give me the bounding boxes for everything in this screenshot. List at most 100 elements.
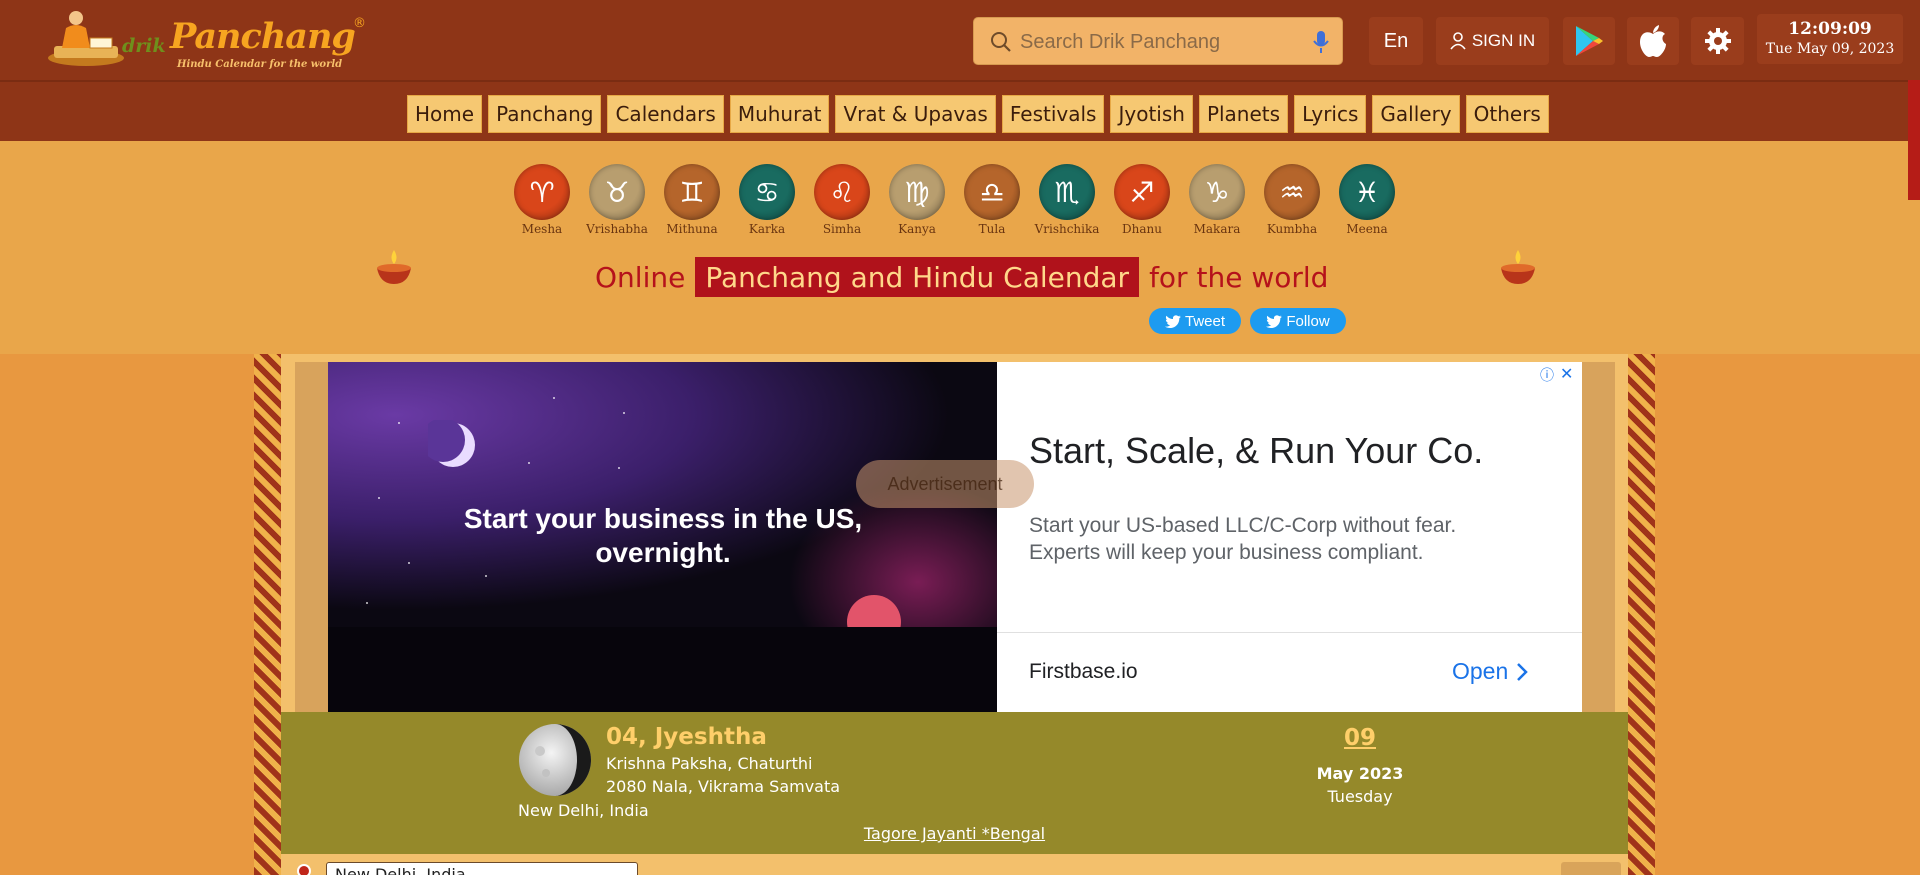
star — [378, 497, 380, 499]
page-scrollbar[interactable] — [1908, 80, 1920, 200]
logo-registered-mark: ® — [353, 16, 366, 31]
zodiac-simha[interactable]: ♌ Simha — [814, 164, 870, 236]
zodiac-kanya[interactable]: ♍ Kanya — [889, 164, 945, 236]
microphone-icon[interactable] — [1313, 30, 1329, 54]
follow-button[interactable]: Follow — [1250, 308, 1346, 334]
gregorian-day[interactable]: 09 — [1310, 725, 1410, 751]
location-pin-icon — [297, 864, 311, 875]
zodiac-label: Vrishchika — [1034, 222, 1100, 236]
site-tagline: Online Panchang and Hindu Calendar for t… — [595, 256, 1328, 298]
zodiac-dhanu[interactable]: ♐ Dhanu — [1114, 164, 1170, 236]
zodiac-meena[interactable]: ♓ Meena — [1339, 164, 1395, 236]
star — [553, 397, 555, 399]
zodiac-mithuna[interactable]: ♊ Mithuna — [664, 164, 720, 236]
zodiac-tula[interactable]: ♎ Tula — [964, 164, 1020, 236]
ad-title: Start, Scale, & Run Your Co. — [1029, 430, 1484, 471]
google-play-button[interactable] — [1563, 17, 1615, 65]
meena-icon: ♓ — [1339, 164, 1395, 220]
hero-banner: ♈ Mesha ♉ Vrishabha ♊ Mithuna ♋ Karka ♌ Simha… — [0, 141, 1920, 354]
zodiac-makara[interactable]: ♑ Makara — [1189, 164, 1245, 236]
zodiac-label: Simha — [822, 222, 862, 236]
tweet-button[interactable]: Tweet — [1149, 308, 1241, 334]
nav-item-planets[interactable]: Planets — [1198, 95, 1289, 133]
zodiac-mesha[interactable]: ♈ Mesha — [514, 164, 570, 236]
zodiac-strip: ♈ Mesha ♉ Vrishabha ♊ Mithuna ♋ Karka ♌ Simha… — [514, 164, 1395, 236]
clock-time: 12:09:09 — [1788, 19, 1872, 39]
ad-text-panel[interactable]: ⓘ ✕ Start, Scale, & Run Your Co. Start y… — [997, 362, 1582, 712]
zodiac-karka[interactable]: ♋ Karka — [739, 164, 795, 236]
vrishchika-icon: ♏ — [1039, 164, 1095, 220]
star — [366, 602, 368, 604]
drik-panchang-logo[interactable]: drik Panchang ® Hindu Calendar for the w… — [46, 8, 376, 76]
logo-panchang-text: Panchang — [170, 16, 356, 57]
language-button[interactable]: En — [1369, 17, 1423, 65]
clock-widget[interactable]: 12:09:09 Tue May 09, 2023 — [1757, 14, 1903, 64]
nav-menu: Home Panchang Calendars Muhurat Vrat & U… — [407, 95, 1549, 133]
sign-in-button[interactable]: SIGN IN — [1436, 17, 1549, 65]
ad-brand: Firstbase.io — [1029, 660, 1138, 683]
crescent-moon-icon — [428, 420, 475, 467]
background-right — [1655, 354, 1920, 875]
nav-item-panchang[interactable]: Panchang — [488, 95, 602, 133]
nav-item-gallery[interactable]: Gallery — [1372, 95, 1460, 133]
settings-button[interactable] — [1691, 17, 1744, 65]
moon-phase-icon — [519, 724, 591, 796]
logo-tagline: Hindu Calendar for the world — [177, 59, 343, 70]
ad-close-icon[interactable]: ✕ — [1560, 364, 1573, 383]
lunar-date[interactable]: 04, Jyeshtha — [606, 724, 767, 750]
zodiac-label: Kumbha — [1266, 222, 1318, 236]
today-panchang-strip: 04, Jyeshtha Krishna Paksha, Chaturthi 2… — [281, 712, 1628, 854]
nav-item-others[interactable]: Others — [1465, 95, 1549, 133]
zodiac-vrishabha[interactable]: ♉ Vrishabha — [586, 164, 648, 236]
kumbha-icon: ♒ — [1264, 164, 1320, 220]
nav-item-jyotish[interactable]: Jyotish — [1110, 95, 1193, 133]
search-input[interactable] — [1020, 26, 1280, 58]
nav-item-home[interactable]: Home — [407, 95, 483, 133]
zodiac-label: Mithuna — [666, 222, 718, 236]
makara-icon: ♑ — [1189, 164, 1245, 220]
nav-item-vrat-upavas[interactable]: Vrat & Upavas — [835, 95, 996, 133]
dhanu-icon: ♐ — [1114, 164, 1170, 220]
location-input[interactable]: New Delhi, India — [326, 862, 638, 875]
zodiac-label: Dhanu — [1122, 222, 1162, 236]
tweet-label: Tweet — [1184, 312, 1226, 330]
nav-item-lyrics[interactable]: Lyrics — [1294, 95, 1367, 133]
star — [398, 422, 400, 424]
ad-image[interactable]: Start your business in the US, overnight… — [328, 362, 997, 712]
top-header: drik Panchang ® Hindu Calendar for the w… — [0, 0, 1920, 80]
ad-ground — [328, 627, 997, 712]
nav-item-calendars[interactable]: Calendars — [607, 95, 724, 133]
tula-icon: ♎ — [964, 164, 1020, 220]
follow-label: Follow — [1286, 312, 1330, 330]
google-play-icon — [1576, 26, 1603, 56]
star — [528, 462, 530, 464]
ad-divider — [997, 632, 1582, 633]
tagline-online: Online — [595, 260, 686, 294]
background-left — [0, 354, 254, 875]
decorative-border-right — [1628, 354, 1655, 875]
nav-item-festivals[interactable]: Festivals — [1001, 95, 1105, 133]
ad-image-headline: Start your business in the US, overnight… — [463, 503, 863, 568]
kanya-icon: ♍ — [889, 164, 945, 220]
nav-item-muhurat[interactable]: Muhurat — [729, 95, 830, 133]
apple-store-button[interactable] — [1627, 17, 1679, 65]
simha-icon: ♌ — [814, 164, 870, 220]
festival-link[interactable]: Tagore Jayanti *Bengal — [281, 824, 1628, 843]
star — [618, 467, 620, 469]
paksha-tithi: Krishna Paksha, Chaturthi — [606, 754, 813, 773]
globe-button[interactable] — [1561, 862, 1621, 875]
location-search-row: New Delhi, India — [281, 854, 1628, 875]
gear-icon — [1704, 28, 1731, 54]
ad-info-icon[interactable]: ⓘ — [1540, 365, 1554, 385]
search-box[interactable] — [973, 17, 1343, 65]
logo-drik-text: drik — [122, 35, 166, 57]
twitter-bird-icon — [1164, 314, 1181, 328]
sage-logo-icon — [48, 11, 124, 66]
clock-date: Tue May 09, 2023 — [1765, 41, 1895, 57]
zodiac-label: Meena — [1346, 222, 1388, 236]
zodiac-label: Kanya — [898, 222, 936, 236]
zodiac-kumbha[interactable]: ♒ Kumbha — [1264, 164, 1320, 236]
zodiac-label: Vrishabha — [586, 222, 648, 236]
ad-open-button[interactable]: Open — [1452, 658, 1529, 685]
zodiac-vrishchika[interactable]: ♏ Vrishchika — [1035, 164, 1099, 236]
